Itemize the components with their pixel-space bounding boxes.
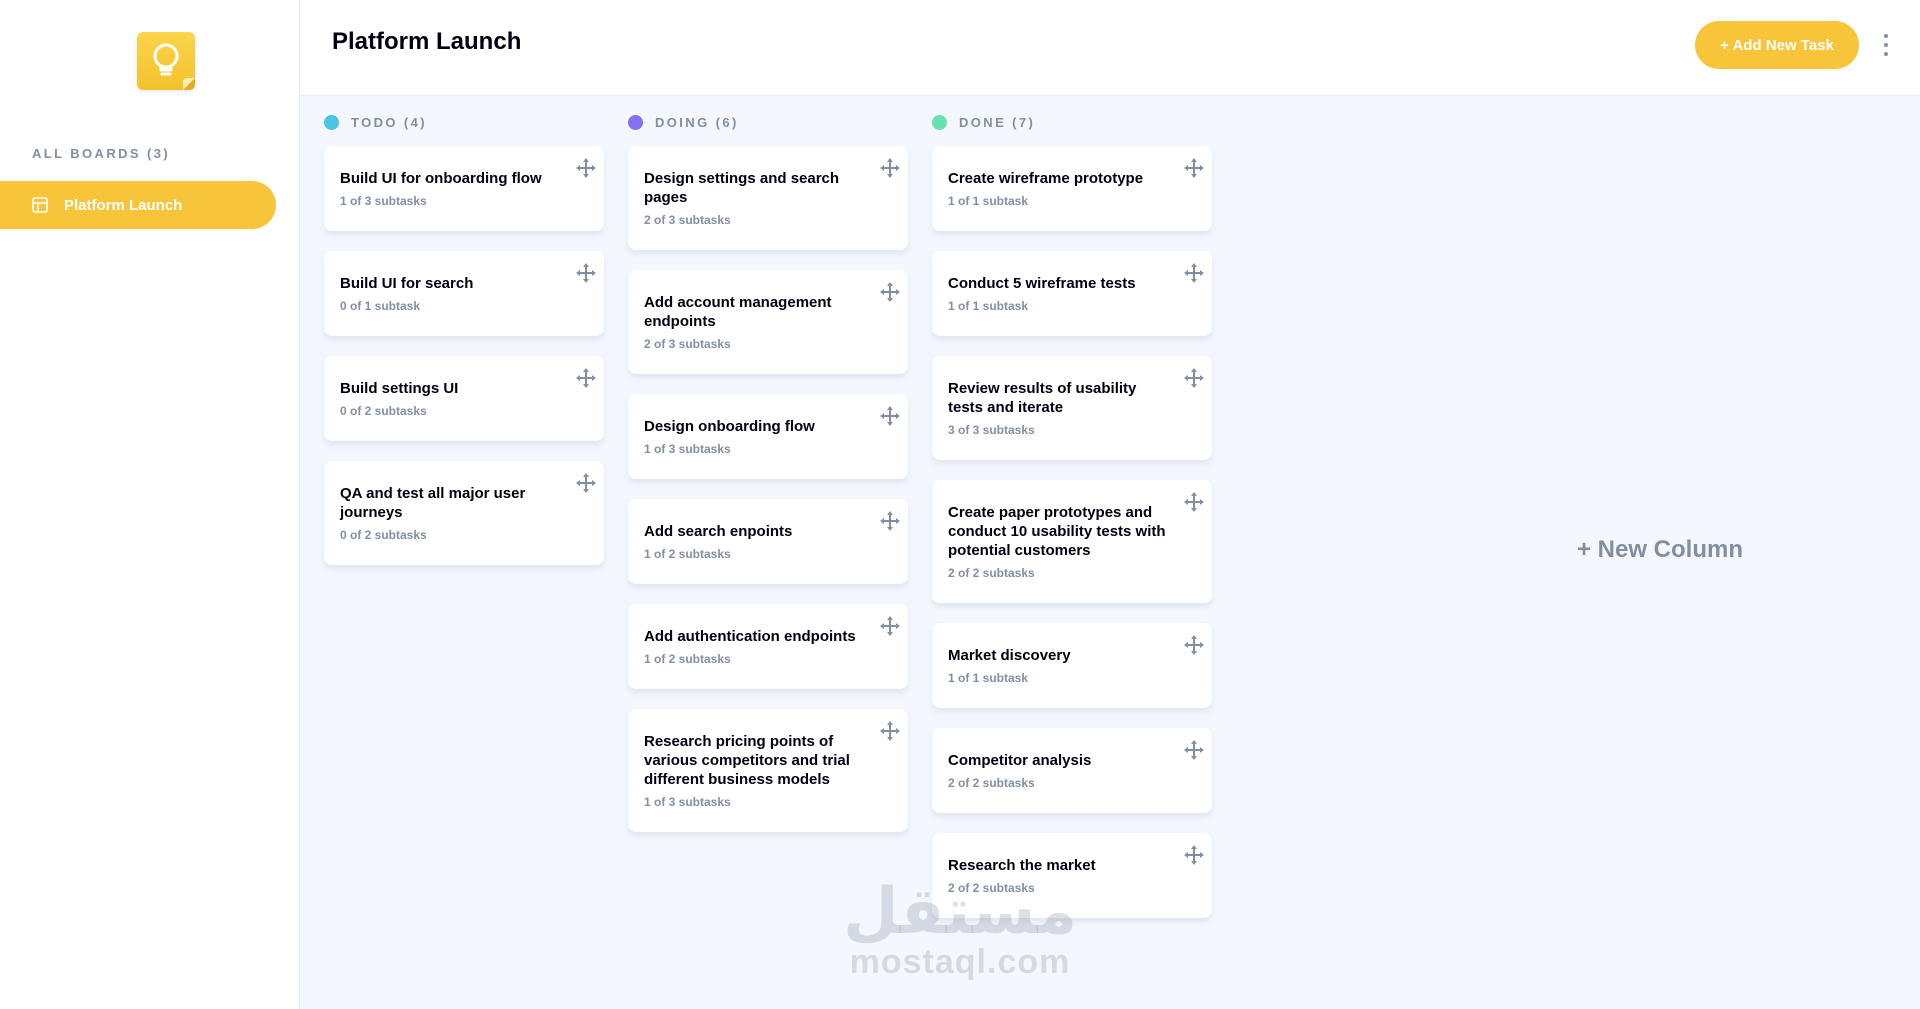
sidebar-item-platform-launch[interactable]: Platform Launch — [0, 181, 276, 229]
task-title: Create paper prototypes and conduct 10 u… — [948, 504, 1166, 559]
task-title: Build UI for search — [340, 275, 474, 292]
task-title: Add account management endpoints — [644, 294, 832, 330]
task-title: Review results of usability tests and it… — [948, 380, 1137, 416]
page-title: Platform Launch — [332, 28, 522, 55]
drag-move-icon[interactable] — [574, 156, 598, 180]
task-subtasks: 2 of 3 subtasks — [644, 337, 731, 351]
sidebar: ALL BOARDS (3) Platform Launch — [0, 0, 300, 1009]
task-card[interactable]: Add account management endpoints 2 of 3 … — [628, 270, 908, 374]
column-header: TODO (4) — [324, 96, 604, 146]
task-card[interactable]: Research pricing points of various compe… — [628, 709, 908, 832]
task-card[interactable]: Design settings and search pages 2 of 3 … — [628, 146, 908, 250]
task-card[interactable]: Add authentication endpoints 1 of 2 subt… — [628, 604, 908, 689]
task-subtasks: 1 of 3 subtasks — [644, 442, 731, 456]
sidebar-item-label: Platform Launch — [64, 196, 183, 214]
drag-move-icon[interactable] — [1182, 738, 1206, 762]
task-title: Build UI for onboarding flow — [340, 170, 542, 187]
drag-move-icon[interactable] — [1182, 490, 1206, 514]
drag-move-icon[interactable] — [574, 471, 598, 495]
task-subtasks: 1 of 1 subtask — [948, 299, 1029, 313]
vertical-ellipsis-icon[interactable] — [1880, 32, 1892, 58]
task-card[interactable]: Create paper prototypes and conduct 10 u… — [932, 480, 1212, 603]
drag-move-icon[interactable] — [878, 156, 902, 180]
drag-move-icon[interactable] — [574, 261, 598, 285]
drag-move-icon[interactable] — [878, 509, 902, 533]
drag-move-icon[interactable] — [878, 614, 902, 638]
task-title: Research the market — [948, 857, 1096, 874]
task-card[interactable]: Build settings UI 0 of 2 subtasks — [324, 356, 604, 441]
drag-move-icon[interactable] — [1182, 366, 1206, 390]
task-card[interactable]: Market discovery 1 of 1 subtask — [932, 623, 1212, 708]
task-subtasks: 0 of 2 subtasks — [340, 528, 427, 542]
task-card[interactable]: QA and test all major user journeys 0 of… — [324, 461, 604, 565]
task-card[interactable]: Competitor analysis 2 of 2 subtasks — [932, 728, 1212, 813]
task-subtasks: 1 of 2 subtasks — [644, 547, 731, 561]
task-subtasks: 1 of 1 subtask — [948, 194, 1029, 208]
lightbulb-icon — [137, 32, 195, 90]
task-card[interactable]: Add search enpoints 1 of 2 subtasks — [628, 499, 908, 584]
app-window: ALL BOARDS (3) Platform Launch Platform … — [0, 0, 1920, 1009]
column-doing: DOING (6) Design settings and search pag… — [628, 96, 908, 852]
task-subtasks: 1 of 1 subtask — [948, 671, 1029, 685]
task-card[interactable]: Research the market 2 of 2 subtasks — [932, 833, 1212, 918]
column-header: DONE (7) — [932, 96, 1212, 146]
board-icon — [32, 197, 48, 213]
task-title: Competitor analysis — [948, 752, 1092, 769]
task-card[interactable]: Conduct 5 wireframe tests 1 of 1 subtask — [932, 251, 1212, 336]
task-subtasks: 2 of 2 subtasks — [948, 566, 1035, 580]
column-title: TODO (4) — [351, 114, 428, 130]
drag-move-icon[interactable] — [574, 366, 598, 390]
task-title: Conduct 5 wireframe tests — [948, 275, 1136, 292]
new-column-button[interactable]: + New Column — [1520, 96, 1800, 911]
header: Platform Launch + Add New Task — [300, 0, 1920, 96]
drag-move-icon[interactable] — [878, 280, 902, 304]
task-title: Design onboarding flow — [644, 418, 815, 435]
board-area: TODO (4) Build UI for onboarding flow 1 … — [300, 96, 1920, 1009]
drag-move-icon[interactable] — [1182, 156, 1206, 180]
task-subtasks: 0 of 1 subtask — [340, 299, 421, 313]
column-header: DOING (6) — [628, 96, 908, 146]
task-title: Add authentication endpoints — [644, 628, 856, 645]
task-card[interactable]: Build UI for search 0 of 1 subtask — [324, 251, 604, 336]
column-status-dot — [324, 114, 339, 130]
drag-move-icon[interactable] — [1182, 633, 1206, 657]
column-title: DOING (6) — [655, 114, 739, 130]
column-status-dot — [932, 114, 947, 130]
task-card[interactable]: Create wireframe prototype 1 of 1 subtas… — [932, 146, 1212, 231]
boards-heading: ALL BOARDS (3) — [32, 146, 171, 161]
task-title: QA and test all major user journeys — [340, 485, 526, 521]
task-title: Create wireframe prototype — [948, 170, 1144, 187]
task-card[interactable]: Design onboarding flow 1 of 3 subtasks — [628, 394, 908, 479]
task-card[interactable]: Build UI for onboarding flow 1 of 3 subt… — [324, 146, 604, 231]
task-subtasks: 1 of 3 subtasks — [644, 795, 731, 809]
task-title: Design settings and search pages — [644, 170, 840, 206]
task-subtasks: 2 of 2 subtasks — [948, 881, 1035, 895]
drag-move-icon[interactable] — [1182, 261, 1206, 285]
column-todo: TODO (4) Build UI for onboarding flow 1 … — [324, 96, 604, 585]
column-done: DONE (7) Create wireframe prototype 1 of… — [932, 96, 1212, 938]
task-subtasks: 3 of 3 subtasks — [948, 423, 1035, 437]
task-title: Build settings UI — [340, 380, 459, 397]
task-title: Research pricing points of various compe… — [644, 733, 850, 788]
drag-move-icon[interactable] — [878, 719, 902, 743]
add-new-task-button[interactable]: + Add New Task — [1695, 21, 1859, 69]
drag-move-icon[interactable] — [878, 404, 902, 428]
task-subtasks: 2 of 2 subtasks — [948, 776, 1035, 790]
task-subtasks: 1 of 3 subtasks — [340, 194, 427, 208]
drag-move-icon[interactable] — [1182, 843, 1206, 867]
task-title: Market discovery — [948, 647, 1071, 664]
column-status-dot — [628, 114, 643, 130]
task-subtasks: 0 of 2 subtasks — [340, 404, 427, 418]
task-subtasks: 1 of 2 subtasks — [644, 652, 731, 666]
column-title: DONE (7) — [959, 114, 1036, 130]
task-card[interactable]: Review results of usability tests and it… — [932, 356, 1212, 460]
task-subtasks: 2 of 3 subtasks — [644, 213, 731, 227]
task-title: Add search enpoints — [644, 523, 793, 540]
